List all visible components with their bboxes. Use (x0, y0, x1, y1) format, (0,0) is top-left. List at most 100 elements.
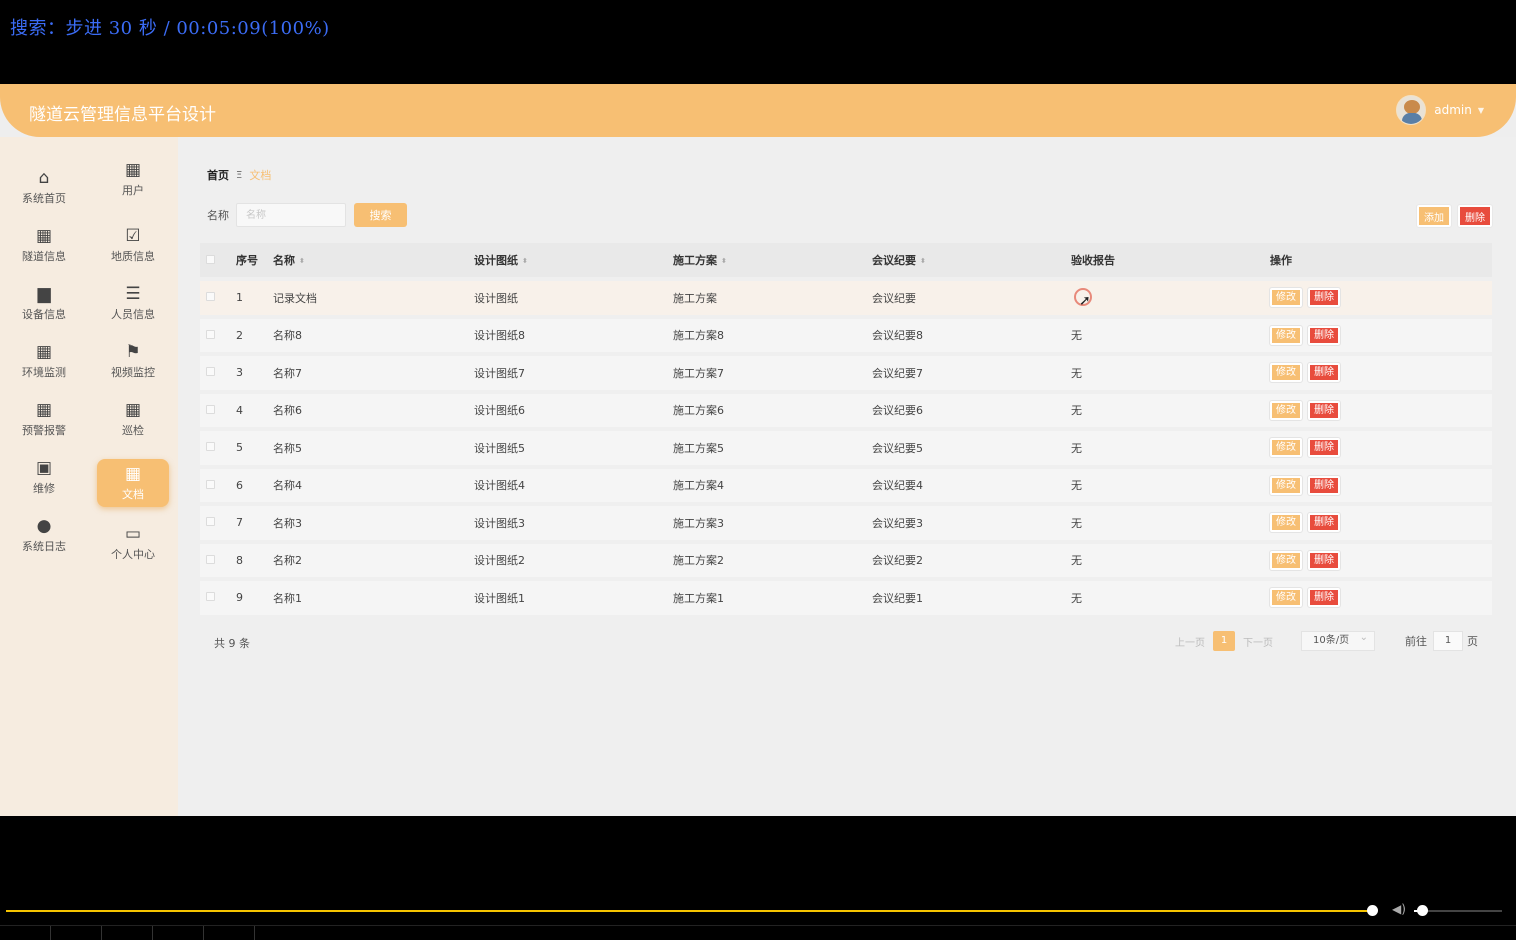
row-checkbox[interactable] (206, 292, 215, 302)
cell-name: 名称8 (273, 318, 474, 352)
playback-progress-knob[interactable] (1367, 905, 1378, 916)
col-plan[interactable]: 施工方案 (673, 254, 717, 267)
breadcrumb-current: 文档 (249, 169, 272, 182)
sort-icon[interactable]: ⬍ (920, 257, 926, 265)
volume-knob[interactable] (1417, 905, 1428, 916)
edit-button[interactable]: 修改 (1269, 362, 1303, 384)
cell-plan: 施工方案 (673, 281, 872, 315)
cell-report: 无 (1071, 393, 1270, 427)
sort-icon[interactable]: ⬍ (522, 257, 528, 265)
delete-button[interactable]: 删除 (1307, 437, 1341, 459)
volume-icon[interactable]: ◀) (1392, 902, 1406, 916)
row-checkbox[interactable] (206, 592, 215, 602)
batch-delete-button[interactable]: 删除 (1457, 204, 1493, 228)
cell-index: 5 (236, 431, 273, 465)
row-checkbox[interactable] (206, 554, 215, 564)
page-number-current[interactable]: 1 (1213, 631, 1235, 651)
flag-icon: ⚑ (125, 342, 141, 362)
delete-button[interactable]: 删除 (1307, 287, 1341, 309)
cell-ops: 修改 删除 (1269, 543, 1492, 577)
user-menu[interactable]: admin ▼ (1396, 95, 1484, 125)
sidebar-item-logs[interactable]: ● 系统日志 (8, 511, 80, 559)
sidebar-item-label: 用户 (122, 184, 144, 197)
sidebar-item-alarm[interactable]: ▦ 预警报警 (8, 395, 80, 443)
row-checkbox[interactable] (206, 329, 215, 339)
delete-button[interactable]: 删除 (1307, 399, 1341, 421)
playback-progress-bar[interactable] (6, 910, 1372, 912)
cell-index: 9 (236, 581, 273, 615)
device-icon: ▆ (37, 284, 51, 304)
chevron-down-icon[interactable]: ▼ (1478, 106, 1484, 115)
delete-button[interactable]: 删除 (1307, 587, 1341, 609)
row-checkbox[interactable] (206, 517, 215, 527)
search-button[interactable]: 搜索 (354, 203, 407, 227)
next-page-button[interactable]: 下一页 (1243, 634, 1273, 649)
grid-icon: ▦ (124, 464, 142, 484)
goto-page-input[interactable]: 1 (1433, 631, 1463, 651)
delete-button[interactable]: 删除 (1307, 549, 1341, 571)
col-name[interactable]: 名称 (273, 254, 295, 267)
page-size-select[interactable]: 10条/页 (1301, 629, 1375, 651)
sidebar-item-label: 巡检 (122, 424, 144, 437)
cell-drawing: 设计图纸4 (474, 468, 673, 502)
cell-minutes: 会议纪要5 (872, 431, 1071, 465)
edit-button[interactable]: 修改 (1269, 474, 1303, 496)
player-osd-text: 搜索：步进 30 秒 / 00:05:09(100%) (10, 18, 330, 39)
cell-report: 无 (1071, 468, 1270, 502)
row-checkbox[interactable] (206, 442, 215, 452)
breadcrumb-home[interactable]: 首页 (207, 167, 229, 183)
sidebar-item-environment[interactable]: ▦ 环境监测 (8, 337, 80, 385)
sidebar-item-repair[interactable]: ▣ 维修 (8, 453, 80, 501)
sidebar-item-label: 文档 (122, 488, 144, 501)
cell-ops: 修改 删除 (1269, 318, 1492, 352)
sidebar: ⌂ 系统首页 ▦ 用户 ▦ 隧道信息 ☑ 地质信息 ▆ 设备信息 ☰ 人员信息 … (0, 137, 178, 816)
sidebar-item-video[interactable]: ⚑ 视频监控 (97, 337, 169, 385)
sidebar-item-label: 个人中心 (111, 548, 155, 561)
table-row: 8 名称2 设计图纸2 施工方案2 会议纪要2 无 修改 删除 (200, 543, 1492, 577)
table-row: 9 名称1 设计图纸1 施工方案1 会议纪要1 无 修改 删除 (200, 581, 1492, 615)
cell-name: 名称7 (273, 356, 474, 390)
edit-button[interactable]: 修改 (1269, 587, 1303, 609)
cell-report: 无 (1071, 318, 1270, 352)
col-drawing[interactable]: 设计图纸 (474, 254, 518, 267)
cell-plan: 施工方案4 (673, 468, 872, 502)
edit-button[interactable]: 修改 (1269, 399, 1303, 421)
sidebar-item-devices[interactable]: ▆ 设备信息 (8, 279, 80, 327)
select-all-checkbox[interactable] (206, 254, 215, 264)
sidebar-item-inspection[interactable]: ▦ 巡检 (97, 395, 169, 443)
cell-drawing: 设计图纸3 (474, 506, 673, 540)
sidebar-item-tunnel[interactable]: ▦ 隧道信息 (8, 221, 80, 269)
delete-button[interactable]: 删除 (1307, 512, 1341, 534)
row-checkbox[interactable] (206, 479, 215, 489)
sort-icon[interactable]: ⬍ (299, 257, 305, 265)
report-file-icon[interactable]: ➚ (1071, 287, 1092, 309)
sidebar-item-geology[interactable]: ☑ 地质信息 (97, 221, 169, 269)
edit-button[interactable]: 修改 (1269, 324, 1303, 346)
cell-minutes: 会议纪要3 (872, 506, 1071, 540)
sort-icon[interactable]: ⬍ (721, 257, 727, 265)
edit-button[interactable]: 修改 (1269, 437, 1303, 459)
sidebar-item-profile[interactable]: ▭ 个人中心 (97, 519, 169, 567)
grid-icon: ▦ (124, 160, 142, 180)
sidebar-item-personnel[interactable]: ☰ 人员信息 (97, 279, 169, 327)
delete-button[interactable]: 删除 (1307, 474, 1341, 496)
col-minutes[interactable]: 会议纪要 (872, 254, 916, 267)
row-checkbox[interactable] (206, 367, 215, 377)
sidebar-item-home[interactable]: ⌂ 系统首页 (8, 163, 80, 211)
search-input[interactable] (236, 203, 346, 227)
sidebar-item-users[interactable]: ▦ 用户 (97, 155, 169, 203)
cell-ops: 修改 删除 (1269, 468, 1492, 502)
row-checkbox[interactable] (206, 404, 215, 414)
search-bar: 名称 搜索 (207, 203, 407, 227)
edit-button[interactable]: 修改 (1269, 512, 1303, 534)
prev-page-button[interactable]: 上一页 (1175, 634, 1205, 649)
username[interactable]: admin (1434, 103, 1472, 117)
sidebar-item-documents[interactable]: ▦ 文档 (97, 459, 169, 507)
add-button[interactable]: 添加 (1416, 204, 1452, 228)
avatar[interactable] (1396, 95, 1427, 125)
edit-button[interactable]: 修改 (1269, 549, 1303, 571)
cell-index: 6 (236, 468, 273, 502)
delete-button[interactable]: 删除 (1307, 324, 1341, 346)
edit-button[interactable]: 修改 (1269, 287, 1303, 309)
delete-button[interactable]: 删除 (1307, 362, 1341, 384)
